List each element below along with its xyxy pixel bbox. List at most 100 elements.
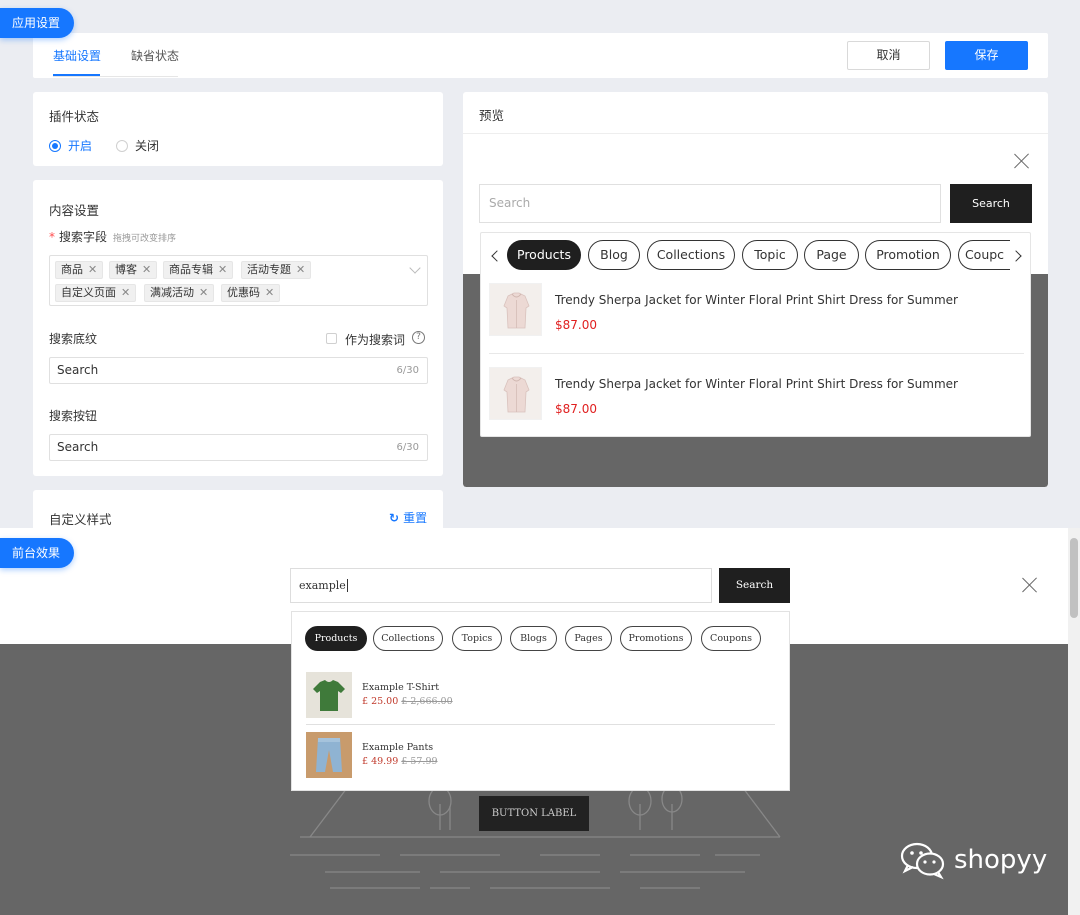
close-icon[interactable]: [1014, 153, 1030, 169]
tag-topics: 活动专题 ✕: [241, 261, 312, 279]
tag-label: 自定义页面: [61, 286, 116, 299]
search-input-value: example: [299, 579, 346, 592]
tag-label: 博客: [115, 263, 137, 276]
tag-remove-icon[interactable]: ✕: [88, 263, 97, 276]
watermark-text: shopyy: [954, 845, 1048, 875]
radio-dot: [49, 139, 61, 152]
search-button-text-value: Search: [57, 440, 99, 454]
tab-basic-settings[interactable]: 基础设置: [53, 47, 101, 64]
tag-coupons: 优惠码 ✕: [221, 284, 281, 302]
product-thumbnail[interactable]: [306, 732, 352, 778]
search-button-text-input[interactable]: Search 6/30: [49, 434, 428, 461]
product-name[interactable]: Example Pants: [362, 742, 433, 753]
compare-price: £ 57.99: [401, 756, 438, 767]
compare-price: £ 2,666.00: [401, 696, 453, 707]
search-fields-label: * 搜索字段 拖拽可改变排序: [49, 228, 176, 245]
list-divider: [489, 353, 1024, 354]
radio-disabled[interactable]: 关闭: [116, 137, 159, 154]
help-icon[interactable]: ?: [412, 331, 425, 344]
pill-promotion[interactable]: Promotion: [865, 240, 951, 270]
close-icon[interactable]: [1022, 577, 1038, 593]
wechat-icon: [900, 842, 945, 880]
product-price: £ 25.00 £ 2,666.00: [362, 696, 453, 707]
tag-remove-icon[interactable]: ✕: [218, 263, 227, 276]
storefront-search-button[interactable]: Search: [719, 568, 790, 603]
refresh-icon: ↻: [389, 510, 400, 525]
cancel-button[interactable]: 取消: [847, 41, 930, 70]
tag-remove-icon[interactable]: ✕: [199, 286, 208, 299]
custom-style-title: 自定义样式: [49, 512, 112, 527]
tag-label: 商品: [61, 263, 83, 276]
sale-price: £ 25.00: [362, 696, 399, 707]
plugin-status-title: 插件状态: [49, 109, 100, 124]
placeholder-text-label: 搜索底纹: [49, 332, 98, 346]
chevron-down-icon: [409, 262, 421, 274]
tag-remove-icon[interactable]: ✕: [121, 286, 130, 299]
pill-topics[interactable]: Topics: [452, 626, 502, 651]
pill-page[interactable]: Page: [804, 240, 859, 270]
content-settings-title: 内容设置: [49, 203, 100, 218]
sale-price: £ 49.99: [362, 756, 399, 767]
preview-title: 预览: [479, 108, 505, 123]
product-thumbnail[interactable]: [306, 672, 352, 718]
search-fields-label-text: 搜索字段: [59, 230, 108, 244]
search-fields-select[interactable]: 商品 ✕ 博客 ✕ 商品专辑 ✕ 活动专题 ✕ 自定义页面 ✕ 满减活动 ✕ 优惠码 ✕: [49, 255, 428, 306]
placeholder-text-input[interactable]: Search 6/30: [49, 357, 428, 384]
storefront-search-input[interactable]: example: [290, 568, 712, 603]
tab-default-state[interactable]: 缺省状态: [131, 47, 179, 64]
pill-products[interactable]: Products: [305, 626, 367, 651]
tag-products: 商品 ✕: [55, 261, 104, 279]
as-search-term-label: 作为搜索词: [345, 333, 406, 347]
pill-topic[interactable]: Topic: [742, 240, 798, 270]
reset-button[interactable]: ↻ 重置: [389, 509, 427, 526]
app-settings-badge: 应用设置: [0, 8, 75, 38]
pill-pages[interactable]: Pages: [565, 626, 612, 651]
product-title[interactable]: Trendy Sherpa Jacket for Winter Floral P…: [555, 377, 958, 391]
tag-remove-icon[interactable]: ✕: [265, 286, 274, 299]
pill-products[interactable]: Products: [507, 240, 581, 270]
background-button-label[interactable]: BUTTON LABEL: [479, 796, 589, 831]
product-thumbnail[interactable]: [489, 367, 542, 420]
reset-label: 重置: [403, 511, 428, 525]
tag-collections: 商品专辑 ✕: [163, 261, 234, 279]
placeholder-text-value: Search: [57, 363, 99, 377]
active-tab-indicator: [53, 74, 100, 76]
pill-blog[interactable]: Blog: [588, 240, 640, 270]
preview-card: 预览 Search Search Products Blog Collectio…: [463, 92, 1048, 487]
pill-blogs[interactable]: Blogs: [510, 626, 557, 651]
scrollbar-thumb[interactable]: [1070, 538, 1078, 618]
pill-coupons[interactable]: Coupc: [958, 240, 1010, 270]
pill-coupons[interactable]: Coupons: [701, 626, 761, 651]
product-title[interactable]: Trendy Sherpa Jacket for Winter Floral P…: [555, 293, 958, 307]
tag-remove-icon[interactable]: ✕: [142, 263, 151, 276]
jacket-image: [490, 368, 541, 419]
chevron-right-icon[interactable]: [1010, 250, 1022, 262]
tag-blogs: 博客 ✕: [109, 261, 158, 279]
tshirt-image: [306, 672, 352, 718]
as-search-term-checkbox[interactable]: [326, 333, 337, 344]
preview-search-input[interactable]: Search: [479, 184, 941, 223]
scrollbar[interactable]: [1068, 528, 1080, 915]
required-mark: *: [49, 230, 55, 244]
pill-collections[interactable]: Collections: [647, 240, 735, 270]
pill-promotions[interactable]: Promotions: [620, 626, 692, 651]
tag-label: 满减活动: [150, 286, 194, 299]
chevron-left-icon[interactable]: [491, 250, 503, 262]
text-cursor: [346, 579, 348, 592]
product-thumbnail[interactable]: [489, 283, 542, 336]
char-counter: 6/30: [396, 442, 419, 453]
content-settings-card: 内容设置 * 搜索字段 拖拽可改变排序 商品 ✕ 博客 ✕ 商品专辑 ✕ 活动专题 ✕ 自定…: [33, 180, 443, 476]
save-button[interactable]: 保存: [945, 41, 1028, 70]
tab-divider: [53, 76, 178, 77]
product-price: £ 49.99 £ 57.99: [362, 756, 438, 767]
storefront-results-dropdown: Products Collections Topics Blogs Pages …: [291, 611, 790, 791]
watermark: shopyy: [900, 840, 1047, 880]
tag-promotions: 满减活动 ✕: [144, 284, 215, 302]
tag-remove-icon[interactable]: ✕: [296, 263, 305, 276]
storefront-badge: 前台效果: [0, 538, 75, 568]
radio-enabled[interactable]: 开启: [49, 137, 92, 154]
product-name[interactable]: Example T-Shirt: [362, 682, 439, 693]
pill-collections[interactable]: Collections: [373, 626, 443, 651]
product-price: $87.00: [555, 402, 597, 416]
preview-search-button[interactable]: Search: [950, 184, 1032, 223]
